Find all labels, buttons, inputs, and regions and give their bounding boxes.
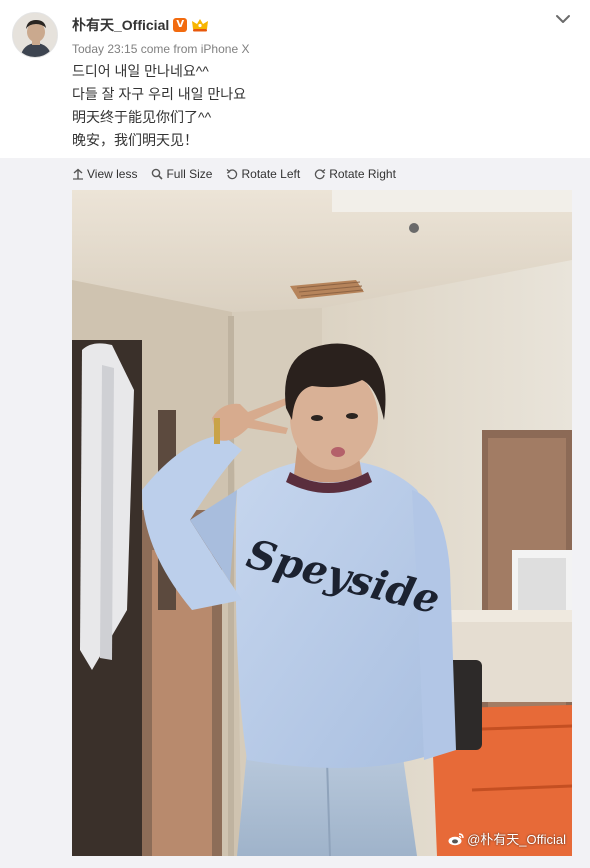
username[interactable]: 朴有天_Official: [72, 14, 169, 36]
rotate-right-button[interactable]: Rotate Right: [314, 167, 396, 181]
rotate-right-label: Rotate Right: [329, 167, 396, 181]
post-text-line: 晚安，我们明天见！: [72, 132, 198, 148]
view-less-button[interactable]: View less: [72, 167, 137, 181]
post-text-line: 明天终于能见你们了^^: [72, 109, 212, 125]
post-source: come from iPhone X: [140, 42, 250, 56]
rotate-right-icon: [315, 169, 326, 180]
post-header: 朴有天_Official V Today 23:15 come from iPh…: [12, 12, 578, 60]
rotate-left-label: Rotate Left: [241, 167, 301, 181]
arrow-up-icon: [73, 168, 83, 180]
weibo-post: 朴有天_Official V Today 23:15 come from iPh…: [0, 0, 590, 868]
photo-watermark: @朴有天_Official: [448, 829, 566, 848]
rotate-left-icon: [227, 169, 238, 180]
full-size-label: Full Size: [166, 167, 213, 181]
magnifier-icon: [152, 168, 164, 180]
expanded-media: View less Full Size Rotate Left Rotate R…: [0, 158, 590, 868]
post-text-line: 다들 잘 자구 우리 내일 만나요: [72, 86, 247, 102]
rotate-left-button[interactable]: Rotate Left: [226, 167, 300, 181]
post-content: 드디어 내일 만나네요^^ 다들 잘 자구 우리 내일 만나요 明天终于能见你们…: [72, 60, 578, 152]
weibo-logo-icon: [448, 832, 464, 845]
chevron-down-icon[interactable]: [554, 12, 572, 26]
verified-badge-icon[interactable]: V: [173, 18, 188, 32]
crown-icon[interactable]: [191, 18, 209, 32]
user-line: 朴有天_Official V: [72, 14, 209, 36]
view-less-label: View less: [87, 167, 138, 181]
post-photo[interactable]: Speyside @朴有天_Official: [72, 190, 572, 856]
user-avatar[interactable]: [12, 12, 58, 58]
full-size-button[interactable]: Full Size: [151, 167, 212, 181]
watermark-text: @朴有天_Official: [467, 832, 566, 847]
post-text-line: 드디어 내일 만나네요^^: [72, 63, 209, 79]
post-timestamp[interactable]: Today 23:15: [72, 42, 137, 56]
media-toolbar: View less Full Size Rotate Left Rotate R…: [72, 164, 410, 184]
post-meta: Today 23:15 come from iPhone X: [72, 40, 249, 58]
